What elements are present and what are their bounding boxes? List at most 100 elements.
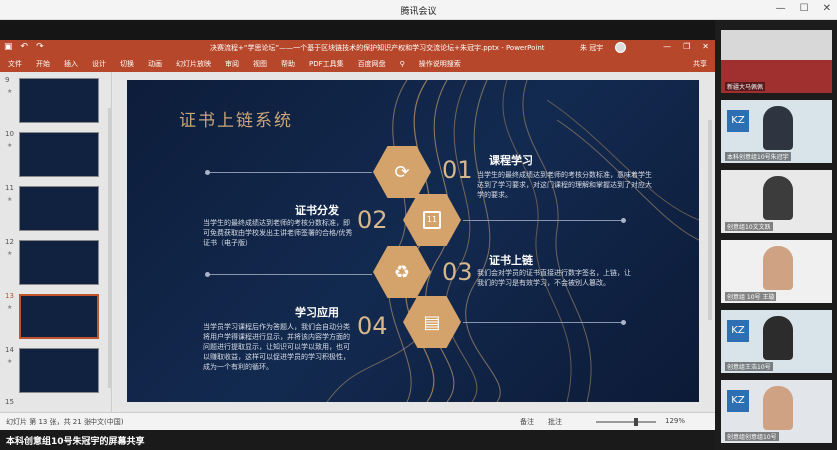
share-banner-text: 本科创意组10号朱冠宇的屏幕共享 xyxy=(6,437,145,447)
school-logo-icon: KZ xyxy=(727,110,749,132)
tab-transitions[interactable]: 切换 xyxy=(120,59,134,69)
tab-design[interactable]: 设计 xyxy=(92,59,106,69)
ppt-minimize-icon[interactable]: — xyxy=(663,42,671,51)
current-slide[interactable]: 证书上链系统 ⟳ 01 课程学习 当学生的最终成绩达到老师的考核分数标准，意味着… xyxy=(127,80,699,402)
ppt-close-icon[interactable]: ✕ xyxy=(702,42,709,51)
share-button[interactable]: 共享 xyxy=(693,59,715,69)
star-icon: ★ xyxy=(7,88,13,95)
zoom-slider-handle[interactable] xyxy=(634,418,638,426)
connector-line xyxy=(463,322,623,323)
classroom-image xyxy=(721,30,832,60)
connector-line xyxy=(463,220,623,221)
video-tile[interactable]: 创意组10文文跃 xyxy=(721,170,832,233)
thumbnail-image xyxy=(19,132,99,177)
avatar[interactable] xyxy=(615,42,626,53)
slide-thumbnails-pane: 9 ★ 10 ★ 11 ★ 12 ★ 13 ★ 14 ★ 15 xyxy=(0,72,112,412)
participant-video xyxy=(763,106,793,150)
redo-icon[interactable]: ↷ xyxy=(36,42,44,52)
slide-title: 证书上链系统 xyxy=(179,111,293,131)
step-number-2: 02 xyxy=(357,206,388,234)
thumbnail-image xyxy=(19,348,99,393)
step-title-1: 课程学习 xyxy=(489,154,533,167)
tab-pdf[interactable]: PDF工具集 xyxy=(309,59,344,69)
connector-line xyxy=(207,172,372,173)
tab-animations[interactable]: 动画 xyxy=(148,59,162,69)
close-icon[interactable]: ✕ xyxy=(823,3,831,14)
participant-video xyxy=(763,386,793,430)
notes-button[interactable]: 备注 xyxy=(520,417,534,427)
participant-name: 创意组10文文跃 xyxy=(725,222,773,231)
tab-slideshow[interactable]: 幻灯片放映 xyxy=(176,59,211,69)
thumbnail-item[interactable]: 11 ★ xyxy=(0,184,112,236)
tab-help[interactable]: 帮助 xyxy=(281,59,295,69)
connector-dot xyxy=(205,170,210,175)
star-icon: ★ xyxy=(7,142,13,149)
video-tile[interactable]: KZ 创意组创意组10号 xyxy=(721,380,832,443)
slide-counter: 幻灯片 第 13 张，共 21 张 xyxy=(6,418,91,426)
ppt-titlebar: ▣ ↶ ↷ 决赛流程+“学思论坛”——一个基于区块链技术的保护知识产权和学习交流… xyxy=(0,40,715,56)
step-desc-2: 当学生的最终成绩达到老师的考核分数标准，即可免费获取由学校发出主讲老师签署的合格… xyxy=(203,219,353,247)
recycle-icon: ♻ xyxy=(393,261,411,283)
star-icon: ★ xyxy=(7,304,13,311)
participant-name: 本科创意组10号朱冠宇 xyxy=(725,152,791,161)
thumbnail-image xyxy=(19,78,99,123)
undo-icon[interactable]: ↶ xyxy=(21,42,29,52)
participant-name: 创意组王浩10号 xyxy=(725,362,773,371)
thumbnail-image xyxy=(19,294,99,339)
ribbon-tabs: 文件 开始 插入 设计 切换 动画 幻灯片放映 审阅 视图 帮助 PDF工具集 … xyxy=(0,56,715,72)
tab-view[interactable]: 视图 xyxy=(253,59,267,69)
star-icon: ★ xyxy=(7,358,13,365)
thumbnail-image xyxy=(19,240,99,285)
user-name[interactable]: 朱 冠宇 xyxy=(580,43,603,53)
video-tile[interactable]: 创意组 10号 王璇 xyxy=(721,240,832,303)
status-bar: 幻灯片 第 13 张，共 21 张 中文(中国) 备注 批注 129% xyxy=(0,412,715,430)
thumbnail-item[interactable]: 9 ★ xyxy=(0,76,112,128)
participant-video xyxy=(763,316,793,360)
step-desc-3: 我们会对学员的证书直接进行数字签名，上链，让我们的学习是有效学习，不会被别人篡改… xyxy=(477,269,631,287)
calendar-icon: 11 xyxy=(423,211,441,229)
zoom-slider[interactable] xyxy=(596,421,656,423)
minimize-icon[interactable]: — xyxy=(776,3,786,14)
save-icon[interactable]: ▣ xyxy=(4,42,13,52)
connector-dot xyxy=(621,320,626,325)
search-icon[interactable]: ⚲ xyxy=(400,60,405,68)
step-title-3: 证书上链 xyxy=(489,254,533,267)
participant-video xyxy=(763,176,793,220)
thumbnail-item-active[interactable]: 13 ★ xyxy=(0,292,112,344)
thumbnail-item[interactable]: 12 ★ xyxy=(0,238,112,290)
video-tile[interactable]: 新疆大马佩佩 xyxy=(721,30,832,93)
slide-scrollbar[interactable] xyxy=(708,120,712,320)
video-tile[interactable]: KZ 创意组王浩10号 xyxy=(721,310,832,373)
participant-name: 创意组创意组10号 xyxy=(725,432,779,441)
app-title: 腾讯会议 xyxy=(400,7,437,17)
ppt-restore-icon[interactable]: ❐ xyxy=(683,42,690,51)
step-desc-4: 当学员学习课程后作为答题人，我们会自动分类将用户学得课程进行显示，并将该内容学方… xyxy=(203,323,350,371)
connector-line xyxy=(207,274,372,275)
tell-me-search[interactable]: 操作说明搜索 xyxy=(419,59,461,69)
participant-name: 新疆大马佩佩 xyxy=(725,82,766,91)
zoom-level[interactable]: 129% xyxy=(665,417,685,425)
step-number-1: 01 xyxy=(442,156,473,184)
connector-dot xyxy=(621,218,626,223)
step-number-3: 03 xyxy=(442,258,473,286)
video-tile[interactable]: KZ 本科创意组10号朱冠宇 xyxy=(721,100,832,163)
tab-review[interactable]: 审阅 xyxy=(225,59,239,69)
tab-baidu[interactable]: 百度网盘 xyxy=(358,59,386,69)
participant-video xyxy=(763,246,793,290)
comments-button[interactable]: 批注 xyxy=(548,417,562,427)
document-icon: ▤ xyxy=(423,311,441,333)
thumbnail-item[interactable]: 15 xyxy=(0,398,112,412)
powerpoint-window: ▣ ↶ ↷ 决赛流程+“学思论坛”——一个基于区块链技术的保护知识产权和学习交流… xyxy=(0,40,715,430)
thumbnail-scrollbar[interactable] xyxy=(108,108,112,388)
thumbnail-item[interactable]: 10 ★ xyxy=(0,130,112,182)
thumbnail-item[interactable]: 14 ★ xyxy=(0,346,112,398)
step-number-4: 04 xyxy=(357,312,388,340)
school-logo-icon: KZ xyxy=(727,320,749,342)
language-indicator[interactable]: 中文(中国) xyxy=(90,417,123,427)
tab-file[interactable]: 文件 xyxy=(8,59,22,69)
document-title: 决赛流程+“学思论坛”——一个基于区块链技术的保护知识产权和学习交流论坛+朱冠宇… xyxy=(210,44,545,52)
step-desc-1: 当学生的最终成绩达到老师的考核分数标准，意味着学生达到了学习要求，对这门课程的理… xyxy=(477,171,652,199)
tab-insert[interactable]: 插入 xyxy=(64,59,78,69)
maximize-icon[interactable]: ☐ xyxy=(800,3,809,14)
tab-home[interactable]: 开始 xyxy=(36,59,50,69)
